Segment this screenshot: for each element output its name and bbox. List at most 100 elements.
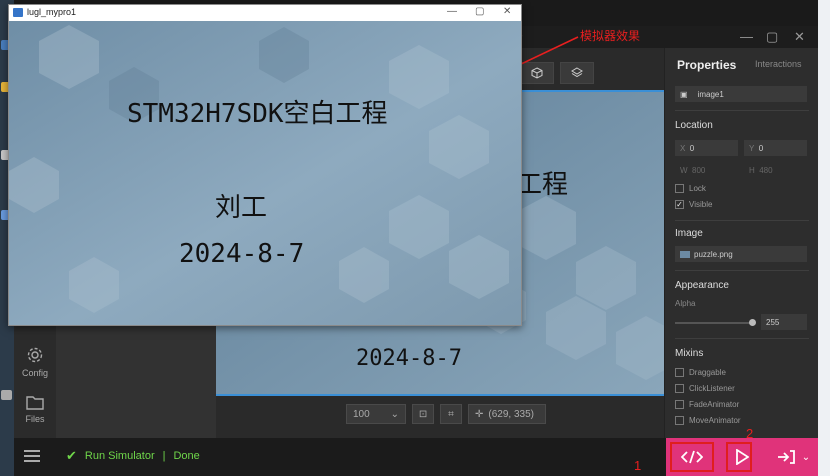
alpha-slider-handle[interactable] xyxy=(749,319,756,326)
chevron-down-icon[interactable]: ⌄ xyxy=(800,442,812,472)
canvas-title-text: 工程 xyxy=(516,170,569,200)
move-icon: ✛ xyxy=(475,408,484,420)
simulator-window[interactable]: lugl_mypro1 — ▢ ✕ STM32H7SDK空白工程 刘工 2024… xyxy=(8,4,522,326)
sim-date-text: 2024-8-7 xyxy=(179,239,305,269)
simulator-title: lugl_mypro1 xyxy=(27,7,77,17)
maximize-icon[interactable]: ▢ xyxy=(475,6,484,17)
crop-button[interactable]: ⌗ xyxy=(440,404,462,424)
mixin-fadeanimator-checkbox[interactable]: FadeAnimator xyxy=(675,400,739,409)
y-label: Y xyxy=(749,143,755,153)
checkmark-icon: ✔ xyxy=(66,448,77,463)
app-icon xyxy=(13,8,23,17)
minimize-icon[interactable]: — xyxy=(447,6,457,17)
image-title: Image xyxy=(675,228,703,239)
chevron-down-icon: ⌄ xyxy=(390,408,399,420)
x-field[interactable]: X 0 xyxy=(675,140,738,156)
annotation-label: 模拟器效果 xyxy=(580,29,641,43)
alpha-label: Alpha xyxy=(675,299,696,308)
sim-title-text: STM32H7SDK空白工程 xyxy=(127,99,388,129)
h-value: 480 xyxy=(759,165,773,175)
run-target-button[interactable] xyxy=(774,442,798,472)
close-icon[interactable]: ✕ xyxy=(794,29,805,45)
mixin-label: FadeAnimator xyxy=(689,400,740,409)
status-text: ✔ Run Simulator | Done xyxy=(66,448,200,464)
bottom-bar: ✔ Run Simulator | Done ⌄ 1 2 xyxy=(14,426,818,476)
fit-button[interactable]: ⊡ xyxy=(412,404,434,424)
alpha-slider-track[interactable] xyxy=(675,322,751,324)
desktop-strip-right xyxy=(818,0,830,476)
checkbox-box xyxy=(675,384,684,393)
mixin-label: Draggable xyxy=(689,368,726,377)
h-field: H 480 xyxy=(744,162,807,178)
image-icon: ▣ xyxy=(680,89,688,99)
status-sep: | xyxy=(162,450,166,462)
image-thumb-icon xyxy=(680,250,690,258)
zoom-select[interactable]: 100 ⌄ xyxy=(346,404,406,424)
mixin-label: MoveAnimator xyxy=(689,416,741,425)
visible-label: Visible xyxy=(689,200,713,209)
visible-checkbox[interactable]: ✓ Visible xyxy=(675,200,712,209)
alpha-field[interactable]: 255 xyxy=(761,314,807,330)
minimize-icon[interactable]: — xyxy=(740,29,753,44)
menu-icon[interactable] xyxy=(24,450,40,462)
image-select[interactable]: puzzle.png xyxy=(675,246,807,262)
crop-icon: ⌗ xyxy=(448,408,454,420)
x-value: 0 xyxy=(689,143,695,153)
alpha-value: 255 xyxy=(766,317,780,327)
coords-value: (629, 335) xyxy=(488,408,534,420)
nav-files-label: Files xyxy=(25,414,45,424)
zoom-value: 100 xyxy=(353,408,370,420)
status-run: Run Simulator xyxy=(84,450,155,462)
sim-name-text: 刘工 xyxy=(215,193,268,223)
mixin-moveanimator-checkbox[interactable]: MoveAnimator xyxy=(675,416,741,425)
checkbox-box xyxy=(675,368,684,377)
annotation-number-2: 2 xyxy=(746,426,754,441)
w-value: 800 xyxy=(692,165,706,175)
simulator-titlebar[interactable]: lugl_mypro1 — ▢ ✕ xyxy=(9,5,521,21)
tab-interactions[interactable]: Interactions xyxy=(755,59,802,69)
w-field: W 800 xyxy=(675,162,738,178)
export-icon xyxy=(778,450,795,464)
desktop-icon[interactable] xyxy=(1,390,12,400)
name-field[interactable]: ▣ image1 xyxy=(675,86,807,102)
nav-files[interactable]: Files xyxy=(14,394,56,424)
location-title: Location xyxy=(675,120,713,131)
highlight-box xyxy=(726,442,752,472)
lock-checkbox[interactable]: Lock xyxy=(675,184,706,193)
screen: D — ▢ ✕ Config Files xyxy=(0,0,830,476)
folder-icon xyxy=(26,396,44,410)
checkbox-box xyxy=(675,416,684,425)
mixins-title: Mixins xyxy=(675,348,704,359)
hexagon-background xyxy=(9,21,521,325)
y-field[interactable]: Y 0 xyxy=(744,140,807,156)
name-value: image1 xyxy=(697,89,724,99)
simulator-screen[interactable]: STM32H7SDK空白工程 刘工 2024-8-7 xyxy=(9,21,521,325)
appearance-title: Appearance xyxy=(675,280,729,291)
checkbox-box xyxy=(675,184,684,193)
properties-panel: Properties Interactions ▣ image1 Locatio… xyxy=(664,48,818,438)
annotation-number-1: 1 xyxy=(634,458,642,473)
lock-label: Lock xyxy=(689,184,706,193)
checkbox-box xyxy=(675,400,684,409)
x-label: X xyxy=(680,143,686,153)
gear-icon xyxy=(27,347,43,363)
mixin-label: ClickListener xyxy=(689,384,735,393)
divider xyxy=(675,220,809,221)
tab-properties[interactable]: Properties xyxy=(677,58,736,72)
close-icon[interactable]: ✕ xyxy=(503,6,511,17)
coords-readout: ✛ (629, 335) xyxy=(468,404,546,424)
canvas-bottom-bar: 100 ⌄ ⊡ ⌗ ✛ (629, 335) xyxy=(346,404,546,424)
divider xyxy=(675,110,809,111)
nav-config[interactable]: Config xyxy=(14,346,56,378)
fit-icon: ⊡ xyxy=(418,408,428,420)
w-label: W xyxy=(680,165,688,175)
image-file-value: puzzle.png xyxy=(694,249,733,259)
divider xyxy=(675,270,809,271)
y-value: 0 xyxy=(758,143,764,153)
maximize-icon[interactable]: ▢ xyxy=(766,29,778,45)
canvas-date-text: 2024-8-7 xyxy=(356,346,462,371)
status-done: Done xyxy=(173,450,200,462)
divider xyxy=(675,338,809,339)
mixin-clicklistener-checkbox[interactable]: ClickListener xyxy=(675,384,735,393)
mixin-draggable-checkbox[interactable]: Draggable xyxy=(675,368,726,377)
